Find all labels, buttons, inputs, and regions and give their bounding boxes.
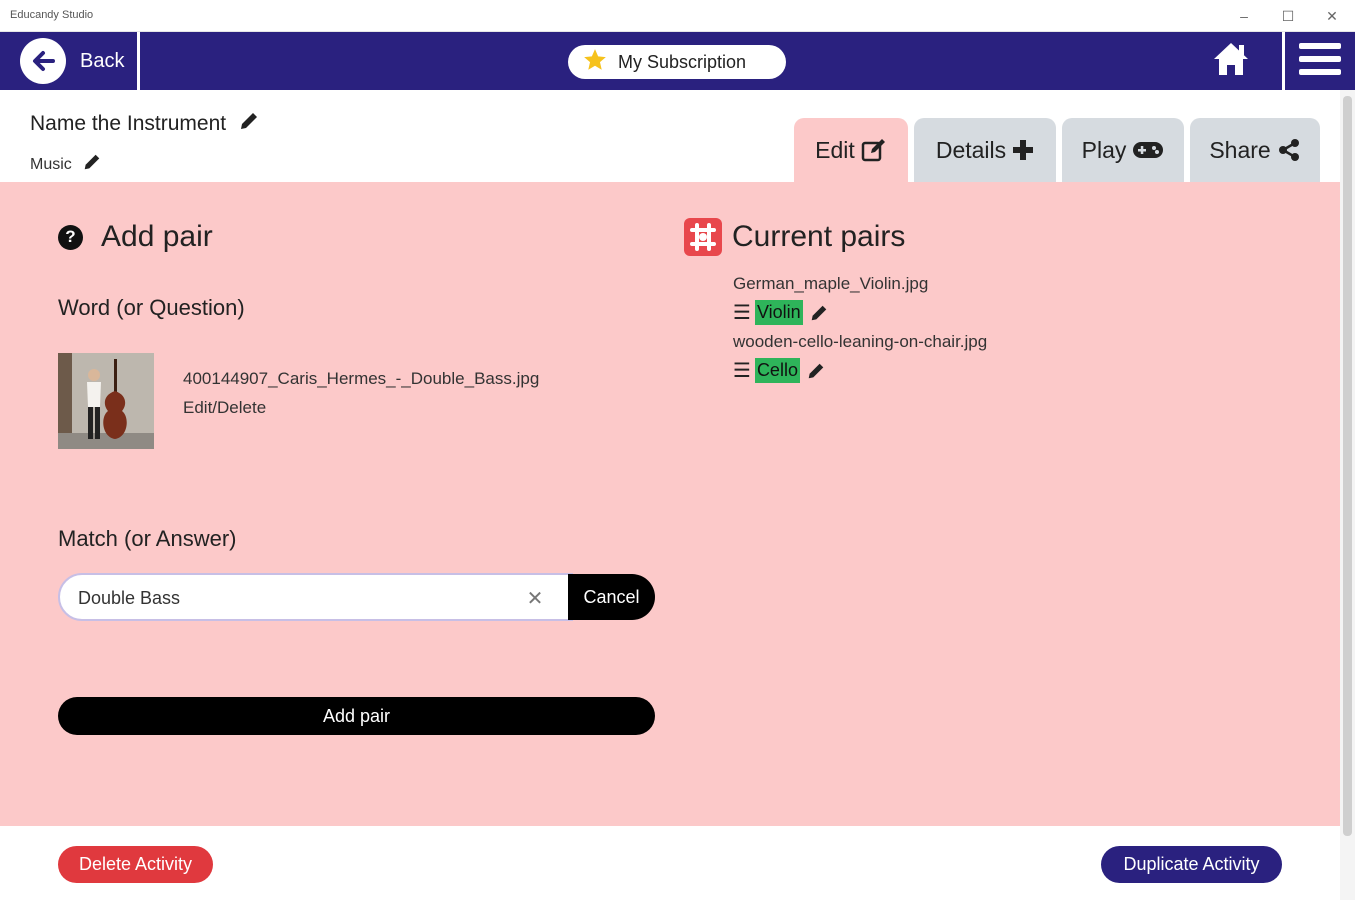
match-answer-label: Match (or Answer): [58, 526, 237, 551]
pair-row: ☰ Violin: [733, 300, 829, 325]
tab-play[interactable]: Play: [1062, 118, 1184, 182]
activity-title: Name the Instrument: [30, 110, 260, 138]
activity-category-text: Music: [30, 155, 72, 173]
plus-icon: [1012, 139, 1034, 161]
activity-tabs: Edit Details Play Share: [794, 118, 1320, 182]
tab-share[interactable]: Share: [1190, 118, 1320, 182]
edit-delete-link[interactable]: Edit/Delete: [183, 398, 266, 418]
pair-match-tag: Violin: [754, 300, 803, 325]
back-button[interactable]: Back: [0, 32, 140, 90]
share-icon: [1277, 138, 1301, 162]
duplicate-activity-button[interactable]: Duplicate Activity: [1101, 846, 1282, 883]
activity-category: Music: [30, 152, 102, 177]
pair-file-name: wooden-cello-leaning-on-chair.jpg: [733, 332, 988, 351]
tab-details-label: Details: [935, 136, 1007, 163]
add-pair-heading: ? Add pair: [58, 220, 213, 254]
activity-title-text: Name the Instrument: [30, 112, 227, 135]
word-question-label: Word (or Question): [58, 295, 245, 320]
back-label: Back: [80, 49, 125, 72]
double-bass-thumbnail[interactable]: [58, 353, 154, 449]
delete-activity-button[interactable]: Delete Activity: [58, 846, 213, 883]
edit-title-pencil-icon[interactable]: [238, 110, 260, 138]
maximize-button[interactable]: ☐: [1276, 4, 1300, 28]
hamburger-menu-icon: [1299, 41, 1341, 82]
tab-details[interactable]: Details: [914, 118, 1056, 182]
back-arrow-icon: [20, 38, 66, 84]
close-window-button[interactable]: ✕: [1320, 4, 1344, 28]
edit-category-pencil-icon[interactable]: [82, 152, 102, 177]
menu-button[interactable]: [1282, 32, 1355, 90]
cancel-button[interactable]: Cancel: [568, 574, 655, 620]
my-subscription-button[interactable]: My Subscription: [568, 45, 786, 79]
current-pairs-heading: Current pairs: [684, 218, 905, 256]
pair-file-name: German_maple_Violin.jpg: [733, 274, 929, 293]
window-title: Educandy Studio: [10, 9, 94, 21]
tab-play-label: Play: [1081, 136, 1127, 163]
home-icon: [1212, 41, 1250, 82]
gamepad-icon: [1132, 140, 1164, 160]
home-button[interactable]: [1208, 38, 1254, 84]
match-input-container: ✕: [58, 573, 573, 621]
edit-pair-pencil-icon[interactable]: [809, 303, 829, 323]
match-pairs-icon: [684, 218, 722, 256]
window-titlebar: Educandy Studio – ☐ ✕: [0, 0, 1355, 32]
tab-share-label: Share: [1209, 136, 1271, 163]
current-pairs-heading-text: Current pairs: [732, 220, 906, 253]
scrollbar-thumb[interactable]: [1343, 96, 1352, 836]
edit-pair-pencil-icon[interactable]: [806, 361, 826, 381]
top-navigation-bar: Back My Subscription: [0, 32, 1355, 90]
add-pair-heading-text: Add pair: [101, 220, 213, 253]
add-pair-button[interactable]: Add pair: [58, 697, 655, 735]
minimize-button[interactable]: –: [1232, 4, 1256, 28]
drag-handle-icon[interactable]: ☰: [733, 300, 751, 325]
word-image-filename: 400144907_Caris_Hermes_-_Double_Bass.jpg: [183, 369, 540, 388]
clear-input-icon[interactable]: ✕: [522, 585, 548, 611]
star-icon: [582, 47, 608, 78]
my-subscription-label: My Subscription: [618, 51, 747, 72]
pair-row: ☰ Cello: [733, 358, 826, 383]
tab-edit-label: Edit: [815, 136, 855, 163]
edit-icon: [861, 138, 887, 162]
match-answer-input[interactable]: [78, 585, 508, 611]
pair-match-tag: Cello: [754, 358, 800, 383]
tab-edit[interactable]: Edit: [794, 118, 908, 182]
drag-handle-icon[interactable]: ☰: [733, 358, 751, 383]
help-question-icon[interactable]: ?: [58, 224, 83, 250]
